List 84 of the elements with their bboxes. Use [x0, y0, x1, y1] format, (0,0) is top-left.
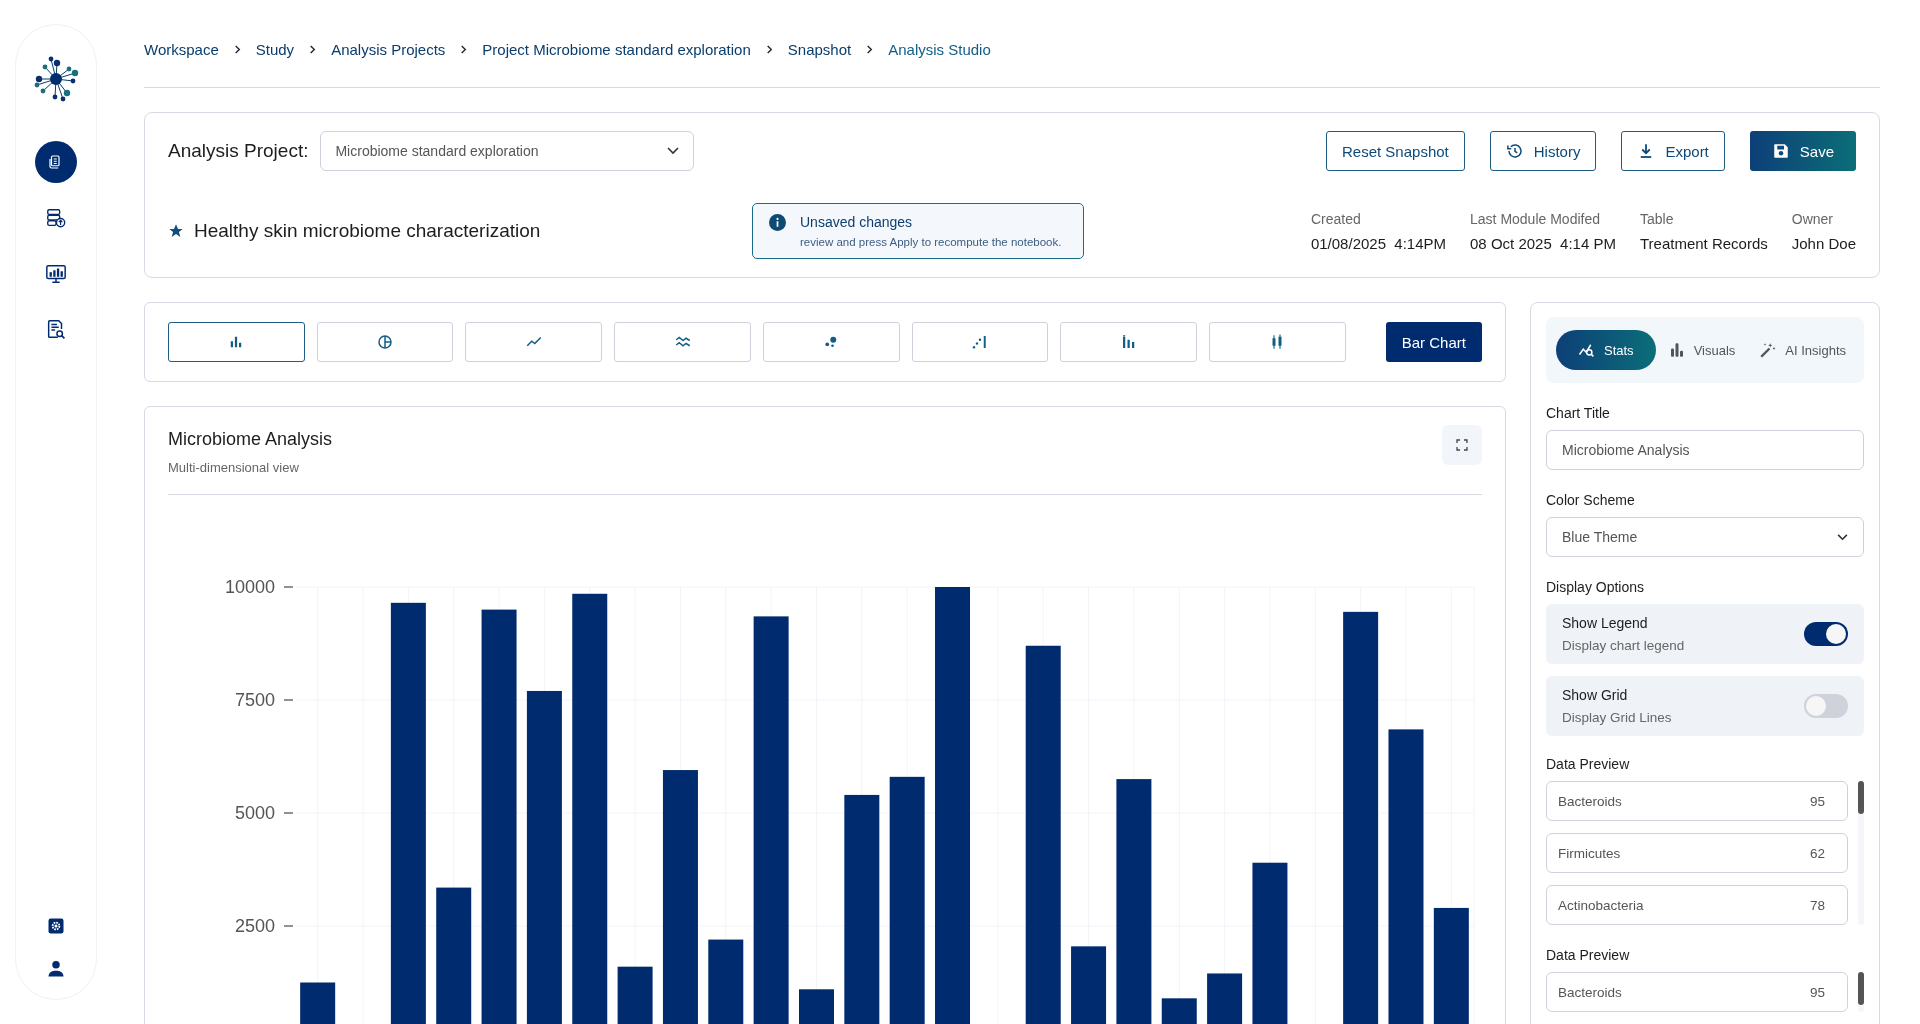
star-icon: [168, 223, 184, 239]
breadcrumb-link[interactable]: Snapshot: [787, 41, 852, 58]
fullscreen-button[interactable]: [1442, 425, 1482, 465]
meta-label: Table: [1639, 210, 1675, 227]
fullscreen-icon: [1456, 439, 1468, 451]
chart-type-label[interactable]: Bar Chart: [1385, 322, 1482, 362]
row-value: 78: [1809, 897, 1825, 913]
chart-title: Microbiome Analysis: [168, 429, 333, 450]
row-value: 95: [1809, 793, 1825, 809]
export-button[interactable]: Export: [1621, 131, 1725, 171]
breadcrumb-link[interactable]: Workspace: [144, 41, 219, 58]
option-description: Display chart legend: [1562, 638, 1685, 653]
row-value: 62: [1809, 845, 1825, 861]
bar: [1161, 998, 1197, 1024]
axis-label: 7500: [234, 690, 275, 710]
save-button[interactable]: Save: [1749, 131, 1856, 171]
history-button[interactable]: History: [1489, 131, 1597, 171]
document-search-icon: [45, 319, 67, 341]
meta-value: 08 Oct 2025 4:14 PM: [1470, 234, 1616, 252]
panel-tab[interactable]: Stats: [1556, 330, 1656, 370]
bar: [617, 966, 653, 1024]
chevron-right-icon: [865, 45, 875, 54]
notice-text: review and press Apply to recompute the notebook.: [800, 236, 1062, 248]
section-label: Display Options: [1546, 579, 1646, 595]
row-name: Bacteroids: [1558, 984, 1622, 1000]
meta-value: 01/08/2025 4:14PM: [1310, 234, 1447, 252]
magic-wand-icon: [1759, 341, 1778, 359]
row-value: 95: [1809, 984, 1825, 1000]
breadcrumb-link[interactable]: Project Microbiome standard exploration: [482, 41, 751, 58]
chevron-down-icon: [1837, 533, 1848, 541]
breadcrumb-link[interactable]: Analysis Projects: [331, 41, 446, 58]
chart-subtitle: Multi-dimensional view: [168, 460, 300, 475]
axis-label: 2500: [234, 916, 275, 936]
toggle-switch[interactable]: [1804, 694, 1848, 718]
bar: [300, 982, 336, 1024]
project-title: Healthy skin microbiome characterization: [194, 220, 541, 242]
section-label: Data Preview: [1546, 756, 1631, 772]
project-select[interactable]: Microbiome standard exploration: [320, 131, 695, 171]
panel-tab[interactable]: AI Insights: [1747, 330, 1858, 370]
panel-tab[interactable]: Visuals: [1655, 330, 1748, 370]
row-name: Firmicutes: [1558, 845, 1621, 861]
save-icon: [1771, 142, 1790, 160]
meta-label: Last Module Modifed: [1470, 210, 1601, 227]
breadcrumb-link[interactable]: Study: [255, 41, 295, 58]
monitor-chart-icon: [45, 263, 67, 285]
axis-label: 5000: [234, 803, 275, 823]
bar: [1207, 973, 1243, 1024]
option-title: Show Legend: [1562, 615, 1649, 631]
option-description: Display Grid Lines: [1562, 710, 1672, 725]
row-name: Actinobacteria: [1558, 897, 1644, 913]
user-icon[interactable]: [46, 959, 66, 979]
chevron-right-icon: [308, 45, 318, 54]
color-scheme-select[interactable]: Blue Theme: [1546, 517, 1864, 557]
scrollbar-thumb[interactable]: [1858, 972, 1864, 1005]
pie-chart-icon: [376, 333, 395, 351]
axis-label: 10000: [224, 577, 275, 597]
info-icon: [769, 214, 786, 231]
meta-value: Treatment Records: [1639, 234, 1768, 252]
section-label: Data Preview: [1546, 947, 1631, 963]
field-label: Analysis Project:: [168, 140, 309, 162]
input-field[interactable]: Microbiome Analysis: [1546, 430, 1864, 470]
scrollbar-thumb[interactable]: [1858, 781, 1864, 814]
bar: [799, 989, 834, 1024]
chevron-down-icon: [667, 147, 680, 155]
section-label: Color Scheme: [1546, 492, 1636, 508]
chevron-right-icon: [764, 45, 774, 54]
notice-title: Unsaved changes: [800, 214, 914, 230]
history-icon: [1505, 142, 1524, 160]
database-upload-icon: [45, 207, 67, 229]
option-title: Show Grid: [1562, 687, 1629, 703]
section-label: Chart Title: [1546, 405, 1611, 421]
row-name: Bacteroids: [1558, 793, 1622, 809]
chevron-right-icon: [232, 45, 242, 54]
settings-icon[interactable]: [47, 917, 65, 935]
step-chart-icon: [970, 333, 989, 351]
chevron-right-icon: [459, 45, 469, 54]
toggle-switch[interactable]: [1804, 622, 1848, 646]
meta-label: Owner: [1791, 210, 1834, 227]
meta-label: Created: [1310, 210, 1362, 227]
chart-type-button[interactable]: [168, 322, 305, 362]
reset-button[interactable]: Reset Snapshot: [1326, 131, 1465, 171]
meta-value: John Doe: [1791, 234, 1856, 252]
nav-item[interactable]: [35, 141, 77, 183]
breadcrumb-link[interactable]: Analysis Studio: [888, 41, 991, 58]
